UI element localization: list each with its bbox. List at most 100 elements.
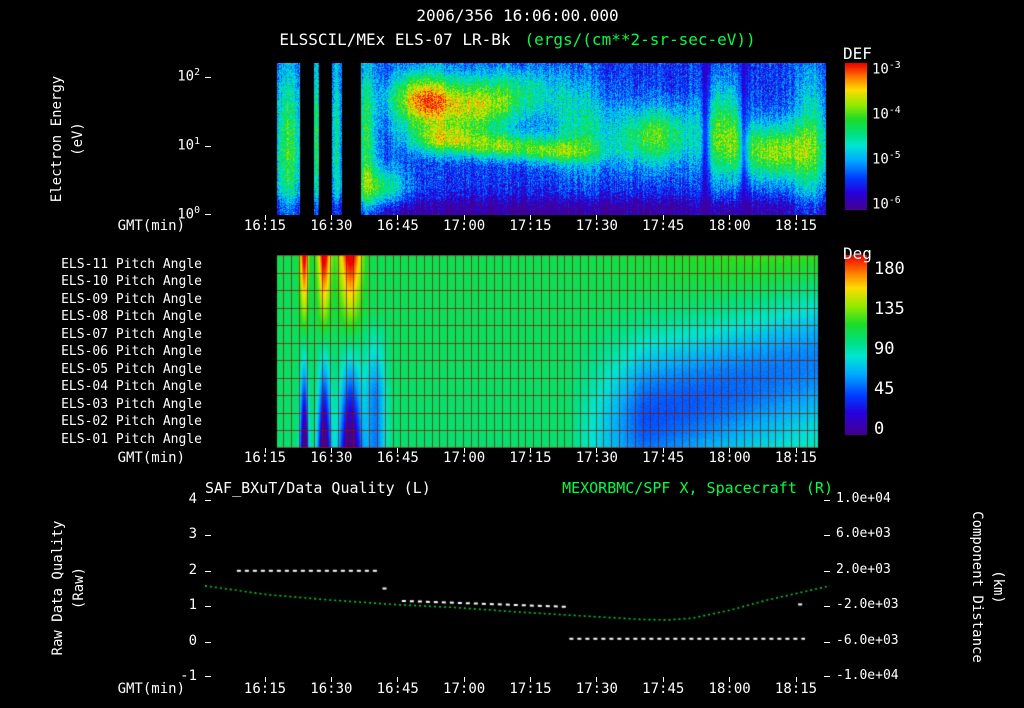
time-tick-mark [530,677,531,682]
time-tick-mark [397,215,399,220]
time-tick-label: 16:30 [310,450,353,466]
distance-ytick-label: -6.0e+03 [836,632,899,648]
energy-axis-unit-label: (eV) [70,122,86,156]
time-tick-mark [530,448,531,453]
units-label: (ergs/(cm**2-sr-sec-eV)) [524,30,756,49]
time-tick-label: 17:00 [443,681,486,697]
energy-ytick-mark [205,145,211,147]
deg-tick-label: 45 [874,379,895,399]
energy-ytick-label: 102 [177,66,200,85]
time-tick-mark [463,215,465,220]
pitch-row-label: ELS-02 Pitch Angle [61,414,202,430]
time-tick-mark [596,215,598,220]
time-tick-label: 17:00 [443,218,486,234]
quality-ytick-mark [205,606,211,608]
quality-ytick-label: 4 [188,491,197,507]
time-tick-mark [662,448,664,453]
time-tick-mark [795,448,797,453]
quality-title-left: SAF_BXuT/Data Quality (L) [205,479,431,497]
time-tick-label: 16:45 [376,681,419,697]
distance-ytick-label: -1.0e+04 [836,668,899,683]
quality-axis-label: Raw Data Quality [50,520,66,656]
time-tick-mark [397,677,399,682]
time-tick-mark [795,215,797,220]
quality-ytick-label: 0 [188,632,197,649]
time-tick-mark [729,448,731,453]
quality-ytick-mark [205,641,211,643]
time-tick-label: 16:30 [310,218,353,234]
time-tick-mark [596,677,598,682]
distance-axis-unit-label: (km) [990,570,1006,604]
deg-tick-label: 0 [874,418,885,439]
energy-spectrogram-heatmap [205,63,830,215]
time-tick-mark [795,677,797,682]
energy-ytick-label: 100 [177,205,200,223]
time-tick-label: 17:00 [443,450,486,466]
gmt-axis-label: GMT(min) [117,450,185,466]
def-tick-label: 10-3 [872,60,901,78]
deg-tick-label: 135 [874,299,905,320]
time-tick-label: 17:30 [575,681,618,697]
quality-ytick-label: -1 [180,668,197,684]
quality-panel-titles: SAF_BXuT/Data Quality (L) MEXORBMC/SPF X… [205,479,833,497]
distance-ytick-label: 2.0e+03 [836,561,891,577]
time-tick-label: 18:15 [774,450,818,466]
pitch-row-label: ELS-06 Pitch Angle [61,344,202,360]
pitch-angle-heatmap [205,255,830,448]
time-tick-mark [330,677,332,682]
pitch-row-label: ELS-10 Pitch Angle [61,274,202,290]
deg-tick-label: 180 [874,258,905,279]
distance-ytick-mark [824,535,830,537]
time-tick-mark [264,215,266,220]
pitch-row-label: ELS-04 Pitch Angle [61,379,202,395]
def-tick-label: 10-4 [872,105,901,123]
page-title: 2006/356 16:06:00.000 [416,6,619,25]
distance-ytick-label: 6.0e+03 [836,526,891,542]
instrument-label: ELSSCIL/MEx ELS-07 LR-Bk [279,30,511,49]
distance-ytick-mark [824,676,830,677]
energy-ytick-mark [205,76,211,78]
time-tick-mark [463,677,465,682]
quality-ytick-mark [205,676,211,677]
time-tick-mark [397,448,399,453]
time-tick-label: 16:15 [243,681,287,697]
science-plot-screen: 2006/356 16:06:00.000 ELSSCIL/MEx ELS-07… [0,0,1024,708]
pitch-row-label: ELS-01 Pitch Angle [61,431,202,447]
time-tick-label: 18:00 [708,681,751,697]
distance-axis-label: Component Distance [969,511,985,663]
time-tick-mark [264,448,266,453]
time-tick-mark [530,215,531,220]
time-tick-label: 17:15 [509,218,552,234]
distance-ytick-mark [824,570,830,572]
time-tick-label: 17:30 [575,218,618,234]
def-colorbar [845,63,867,210]
time-tick-mark [463,448,465,453]
def-tick-label: 10-6 [872,195,901,213]
pitch-row-label: ELS-03 Pitch Angle [61,396,202,412]
time-tick-mark [729,215,731,220]
pitch-row-label: ELS-05 Pitch Angle [61,361,202,377]
distance-ytick-mark [824,641,830,643]
quality-ytick-label: 1 [188,597,197,614]
time-tick-label: 18:00 [708,450,751,466]
time-tick-label: 17:15 [509,450,552,466]
time-tick-label: 18:15 [774,681,818,697]
time-tick-label: 17:45 [642,218,685,234]
time-tick-mark [330,215,332,220]
time-tick-label: 16:45 [376,218,419,234]
time-tick-mark [662,215,664,220]
plot-subtitle: ELSSCIL/MEx ELS-07 LR-Bk (ergs/(cm**2-sr-… [105,30,930,49]
time-tick-mark [662,677,664,682]
time-tick-mark [596,448,598,453]
distance-ytick-mark [824,606,830,608]
time-tick-mark [729,677,731,682]
quality-ytick-mark [205,535,211,537]
quality-ytick-mark [205,500,211,501]
deg-tick-label: 90 [874,339,895,360]
time-tick-mark [330,448,332,453]
quality-ytick-label: 2 [188,561,197,578]
deg-colorbar [845,255,867,435]
energy-axis-label: Electron Energy [49,75,65,203]
pitch-row-label: ELS-11 Pitch Angle [61,256,202,272]
quality-axis-unit-label: (Raw) [71,566,87,610]
